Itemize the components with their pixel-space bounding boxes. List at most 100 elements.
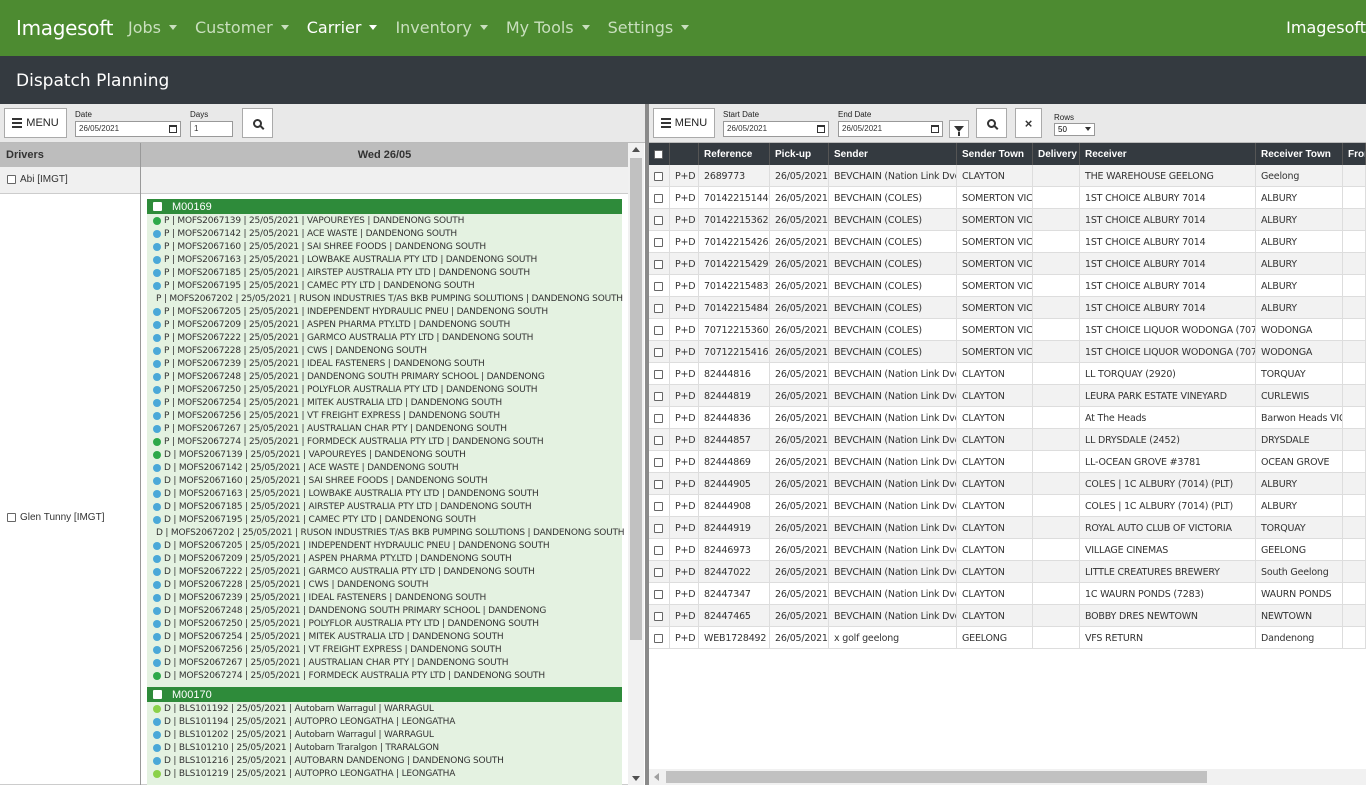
job-item[interactable]: D | MOFS2067228 | 25/05/2021 | CWS | DAN…	[147, 578, 622, 591]
row-checkbox[interactable]	[654, 369, 663, 379]
sender-town-column-header[interactable]: Sender Town	[957, 143, 1033, 165]
job-item[interactable]: P | MOFS2067185 | 25/05/2021 | AIRSTEP A…	[147, 266, 622, 279]
job-item[interactable]: P | MOFS2067222 | 25/05/2021 | GARMCO AU…	[147, 331, 622, 344]
row-checkbox[interactable]	[654, 171, 663, 181]
row-checkbox[interactable]	[654, 413, 663, 423]
scroll-up-icon[interactable]	[632, 147, 640, 152]
job-item[interactable]: D | BLS101216 | 25/05/2021 | AUTOBARN DA…	[147, 754, 622, 767]
manifest-checkbox[interactable]	[153, 690, 162, 699]
date-input[interactable]: 26/05/2021	[75, 121, 181, 137]
job-item[interactable]: P | MOFS2067248 | 25/05/2021 | DANDENONG…	[147, 370, 622, 383]
nav-inventory[interactable]: Inventory	[395, 18, 488, 37]
table-row[interactable]: P+D 82444905 26/05/2021 BEVCHAIN (Nation Li…	[649, 473, 1366, 495]
account-menu[interactable]: Imagesoft	[1286, 18, 1366, 37]
job-item[interactable]: D | BLS101192 | 25/05/2021 | Autobarn Wa…	[147, 702, 622, 715]
select-all-checkbox[interactable]	[654, 149, 663, 159]
job-item[interactable]: D | BLS101219 | 25/05/2021 | AUTOPRO LEO…	[147, 767, 622, 780]
job-item[interactable]: P | MOFS2067142 | 25/05/2021 | ACE WASTE…	[147, 227, 622, 240]
right-menu-button[interactable]: MENU	[653, 108, 715, 138]
driver-item[interactable]: Abi [IMGT]	[7, 174, 68, 185]
job-item[interactable]: D | MOFS2067205 | 25/05/2021 | INDEPENDE…	[147, 539, 622, 552]
job-item[interactable]: D | MOFS2067239 | 25/05/2021 | IDEAL FAS…	[147, 591, 622, 604]
row-checkbox[interactable]	[654, 325, 663, 335]
nav-my-tools[interactable]: My Tools	[506, 18, 590, 37]
row-checkbox[interactable]	[654, 259, 663, 269]
job-item[interactable]: D | MOFS2067142 | 25/05/2021 | ACE WASTE…	[147, 461, 622, 474]
filter-button[interactable]	[949, 120, 969, 138]
row-checkbox[interactable]	[654, 237, 663, 247]
job-item[interactable]: D | MOFS2067209 | 25/05/2021 | ASPEN PHA…	[147, 552, 622, 565]
brand-logo[interactable]: Imagesoft	[16, 16, 113, 40]
table-row[interactable]: P+D 701422154295 26/05/2021 BEVCHAIN (COLES…	[649, 253, 1366, 275]
calendar-icon[interactable]	[931, 125, 939, 133]
job-item[interactable]: D | BLS101210 | 25/05/2021 | Autobarn Tr…	[147, 741, 622, 754]
table-row[interactable]: P+D WEB1728492 26/05/2021 x golf geelong GEE…	[649, 627, 1366, 649]
driver-checkbox[interactable]	[7, 175, 16, 184]
row-checkbox[interactable]	[654, 281, 663, 291]
row-checkbox[interactable]	[654, 589, 663, 599]
table-row[interactable]: P+D 701422154845 26/05/2021 BEVCHAIN (COLES…	[649, 297, 1366, 319]
left-search-button[interactable]	[242, 108, 273, 138]
table-row[interactable]: P+D 82447465 26/05/2021 BEVCHAIN (Nation Li…	[649, 605, 1366, 627]
job-item[interactable]: P | MOFS2067163 | 25/05/2021 | LOWBAKE A…	[147, 253, 622, 266]
job-item[interactable]: P | MOFS2067267 | 25/05/2021 | AUSTRALIA…	[147, 422, 622, 435]
calendar-icon[interactable]	[169, 125, 177, 133]
job-item[interactable]: D | MOFS2067274 | 25/05/2021 | FORMDECK …	[147, 669, 622, 682]
job-item[interactable]: D | MOFS2067195 | 25/05/2021 | CAMEC PTY…	[147, 513, 622, 526]
table-row[interactable]: P+D 82444857 26/05/2021 BEVCHAIN (Nation Li…	[649, 429, 1366, 451]
horizontal-scrollbar[interactable]	[649, 769, 1366, 785]
receiver-column-header[interactable]: Receiver	[1080, 143, 1256, 165]
row-checkbox[interactable]	[654, 479, 663, 489]
sender-column-header[interactable]: Sender	[829, 143, 957, 165]
row-checkbox[interactable]	[654, 633, 663, 643]
job-item[interactable]: P | MOFS2067139 | 25/05/2021 | VAPOUREYE…	[147, 214, 622, 227]
job-item[interactable]: P | MOFS2067195 | 25/05/2021 | CAMEC PTY…	[147, 279, 622, 292]
scroll-thumb[interactable]	[666, 771, 1207, 783]
from-column-header[interactable]: From	[1343, 143, 1366, 165]
reference-column-header[interactable]: Reference	[699, 143, 770, 165]
row-checkbox[interactable]	[654, 611, 663, 621]
table-row[interactable]: P+D 701422154832 26/05/2021 BEVCHAIN (COLES…	[649, 275, 1366, 297]
job-item[interactable]: P | MOFS2067274 | 25/05/2021 | FORMDECK …	[147, 435, 622, 448]
table-row[interactable]: P+D 701422154263 26/05/2021 BEVCHAIN (COLES…	[649, 231, 1366, 253]
job-item[interactable]: D | MOFS2067250 | 25/05/2021 | POLYFLOR …	[147, 617, 622, 630]
row-checkbox[interactable]	[654, 501, 663, 511]
scroll-thumb[interactable]	[630, 158, 642, 640]
table-row[interactable]: P+D 82444908 26/05/2021 BEVCHAIN (Nation Li…	[649, 495, 1366, 517]
days-input[interactable]: 1	[190, 121, 233, 137]
manifest-checkbox[interactable]	[153, 202, 162, 211]
driver-item[interactable]: Glen Tunny [IMGT]	[7, 512, 104, 523]
nav-settings[interactable]: Settings	[608, 18, 690, 37]
scroll-down-icon[interactable]	[632, 776, 640, 781]
row-checkbox[interactable]	[654, 457, 663, 467]
table-row[interactable]: P+D 701422151449 26/05/2021 BEVCHAIN (COLES…	[649, 187, 1366, 209]
row-checkbox[interactable]	[654, 193, 663, 203]
table-row[interactable]: P+D 707122153605 26/05/2021 BEVCHAIN (COLES…	[649, 319, 1366, 341]
job-item[interactable]: P | MOFS2067254 | 25/05/2021 | MITEK AUS…	[147, 396, 622, 409]
manifest-header[interactable]: M00170	[147, 687, 622, 702]
job-item[interactable]: D | MOFS2067160 | 25/05/2021 | SAI SHREE…	[147, 474, 622, 487]
rows-select[interactable]: 50	[1054, 123, 1095, 136]
job-item[interactable]: P | MOFS2067160 | 25/05/2021 | SAI SHREE…	[147, 240, 622, 253]
row-checkbox[interactable]	[654, 567, 663, 577]
vertical-scrollbar[interactable]	[628, 143, 644, 785]
job-item[interactable]: D | MOFS2067139 | 25/05/2021 | VAPOUREYE…	[147, 448, 622, 461]
row-checkbox[interactable]	[654, 347, 663, 357]
job-item[interactable]: P | MOFS2067205 | 25/05/2021 | INDEPENDE…	[147, 305, 622, 318]
job-item[interactable]: D | MOFS2067267 | 25/05/2021 | AUSTRALIA…	[147, 656, 622, 669]
table-row[interactable]: P+D 707122154161 26/05/2021 BEVCHAIN (COLES…	[649, 341, 1366, 363]
type-column-header[interactable]	[670, 143, 699, 165]
table-row[interactable]: P+D 82447022 26/05/2021 BEVCHAIN (Nation Li…	[649, 561, 1366, 583]
job-item[interactable]: D | MOFS2067248 | 25/05/2021 | DANDENONG…	[147, 604, 622, 617]
job-item[interactable]: P | MOFS2067209 | 25/05/2021 | ASPEN PHA…	[147, 318, 622, 331]
scroll-left-icon[interactable]	[654, 773, 659, 781]
job-item[interactable]: P | MOFS2067239 | 25/05/2021 | IDEAL FAS…	[147, 357, 622, 370]
table-row[interactable]: P+D 82444919 26/05/2021 BEVCHAIN (Nation Li…	[649, 517, 1366, 539]
row-checkbox[interactable]	[654, 523, 663, 533]
row-checkbox[interactable]	[654, 303, 663, 313]
table-row[interactable]: P+D 82444819 26/05/2021 BEVCHAIN (Nation Li…	[649, 385, 1366, 407]
manifest-header[interactable]: M00169	[147, 199, 622, 214]
row-checkbox[interactable]	[654, 545, 663, 555]
end-date-input[interactable]: 26/05/2021	[838, 121, 943, 137]
job-item[interactable]: P | MOFS2067228 | 25/05/2021 | CWS | DAN…	[147, 344, 622, 357]
